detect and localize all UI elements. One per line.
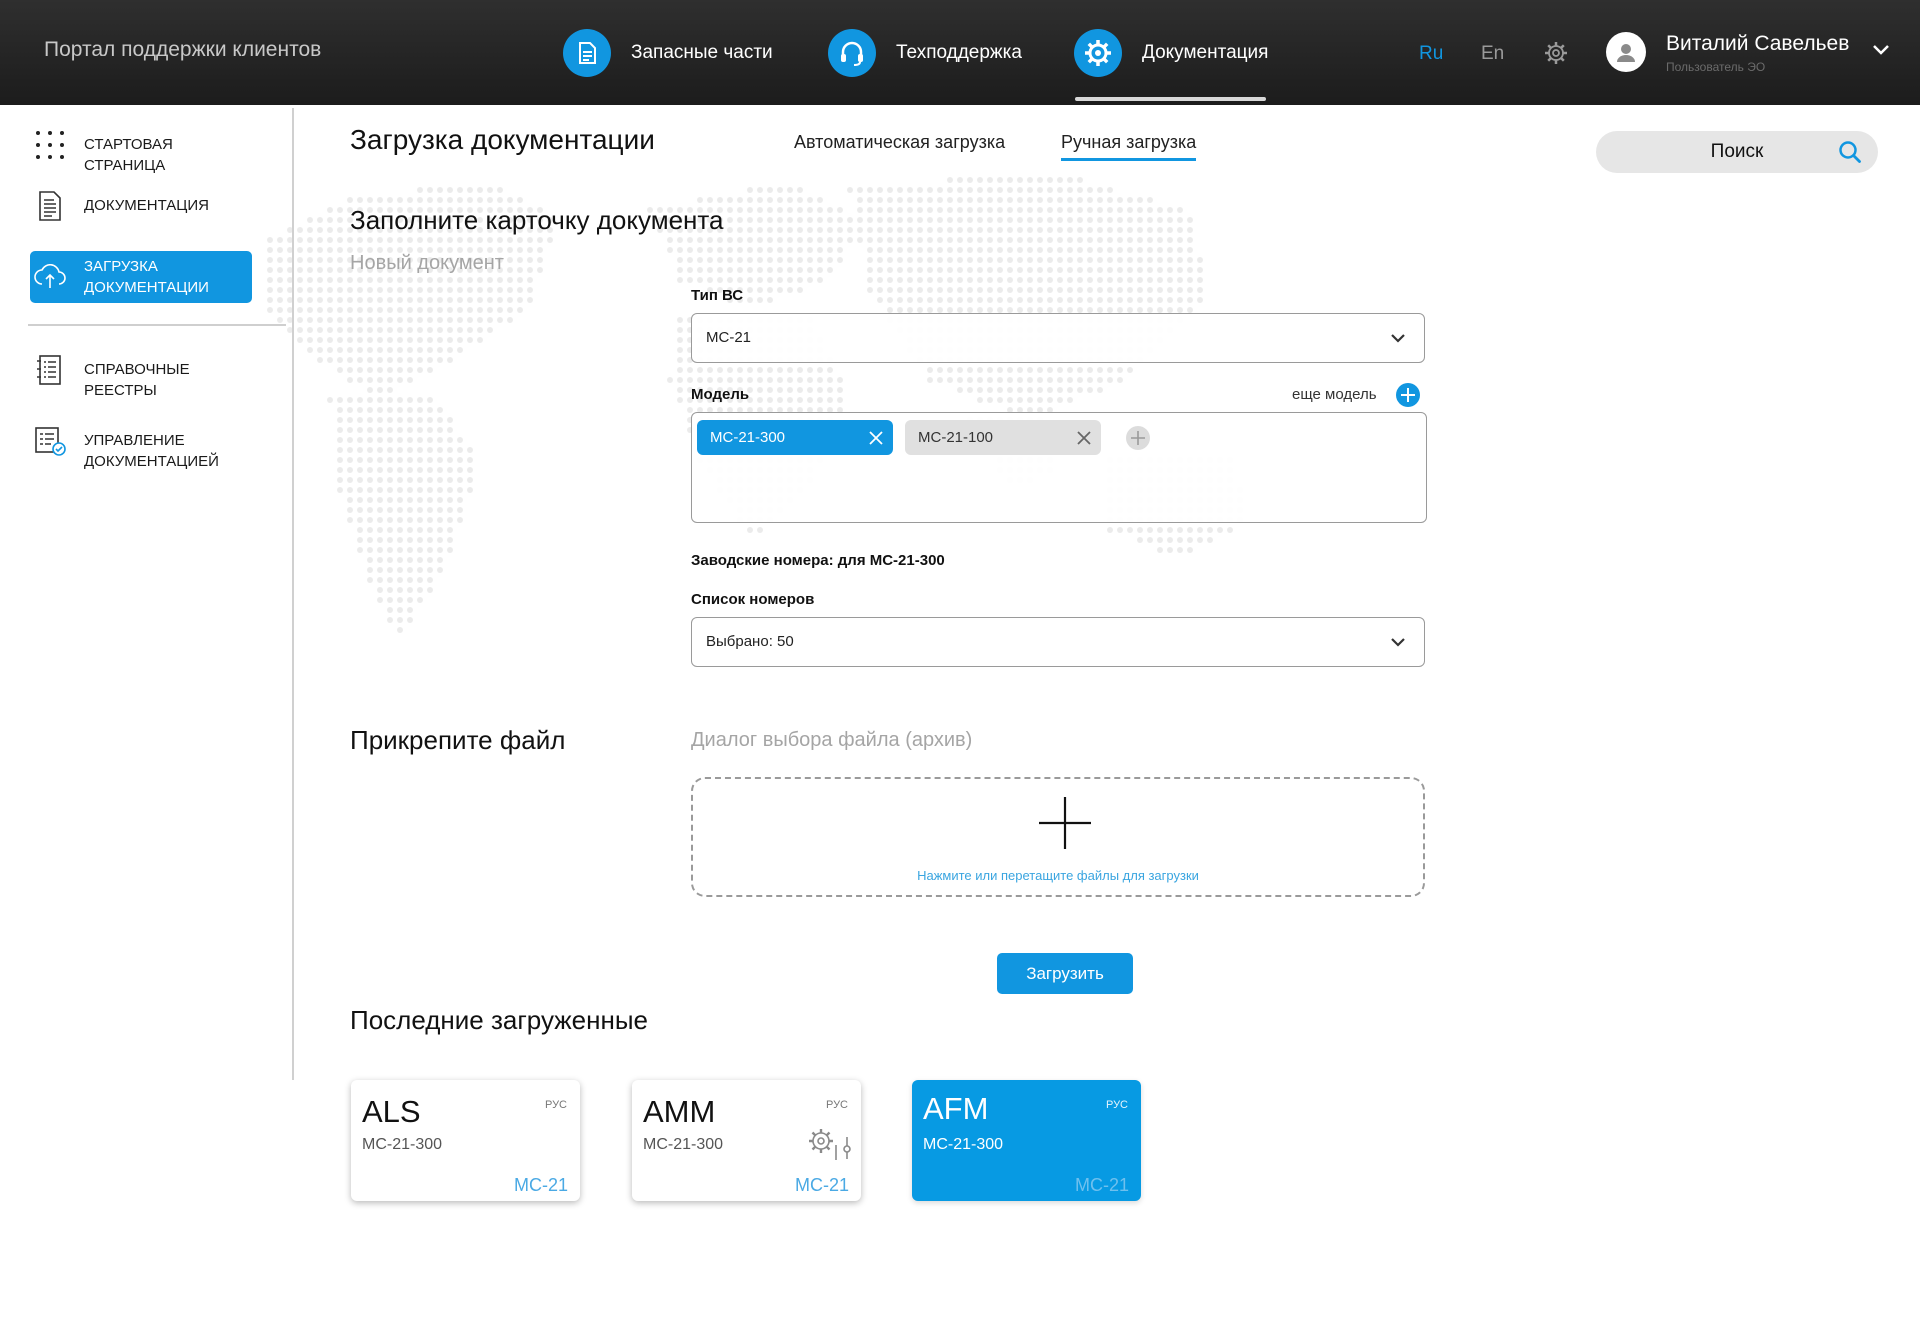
vs-type-select[interactable]: MC-21	[691, 313, 1425, 363]
card-model: MC-21-300	[923, 1136, 1004, 1153]
sidebar-item-label: Справочные реестры	[84, 361, 190, 399]
sidebar-vertical-divider	[292, 108, 294, 1080]
file-dialog-label: Диалог выбора файла (архив)	[691, 729, 973, 751]
card-title: ALS	[362, 1094, 421, 1129]
page-title: Загрузка документации	[350, 124, 655, 155]
dropzone-hint: Нажмите или перетащите файлы для загрузк…	[917, 868, 1199, 883]
card-lang: РУС	[1105, 1099, 1128, 1111]
list-icon	[30, 350, 70, 390]
card-model: MC-21-300	[643, 1136, 724, 1153]
chevron-down-icon[interactable]	[1872, 44, 1890, 56]
gear-icon	[1074, 29, 1122, 77]
user-role: Пользователь ЭО	[1666, 60, 1766, 74]
more-model-link[interactable]: еще модель	[1292, 386, 1377, 403]
close-icon[interactable]	[1077, 431, 1091, 445]
plus-icon	[1039, 797, 1091, 849]
sidebar-item-document-management[interactable]: Управление документацией	[30, 421, 252, 472]
card-title: AFM	[923, 1091, 989, 1126]
attach-title: Прикрепите файл	[350, 725, 566, 755]
recent-title: Последние загруженные	[350, 1005, 648, 1035]
settings-gear-icon[interactable]	[1543, 40, 1569, 66]
serials-value: Выбрано: 50	[706, 633, 794, 650]
card-type: MC-21	[1074, 1175, 1129, 1195]
search-input[interactable]: Поиск	[1596, 131, 1878, 173]
nav-documentation-label: Документация	[1142, 42, 1269, 63]
sidebar-divider	[28, 324, 286, 326]
upload-button[interactable]: Загрузить	[997, 953, 1133, 994]
nav-spare-parts-label: Запасные части	[631, 42, 773, 63]
plus-icon	[1401, 388, 1415, 402]
vs-type-value: MC-21	[706, 329, 752, 346]
avatar[interactable]	[1606, 32, 1646, 72]
sidebar-item-start-page[interactable]: Стартовая страница	[30, 125, 252, 176]
recent-card-amm[interactable]: AMM РУС MC-21-300 MC-21	[632, 1080, 861, 1201]
lang-en-button[interactable]: En	[1481, 43, 1504, 65]
recent-card-als[interactable]: ALS РУС MC-21-300 MC-21	[351, 1080, 580, 1201]
cloud-upload-icon	[30, 257, 70, 297]
card-title: AMM	[643, 1094, 716, 1129]
checklist-icon	[30, 421, 70, 461]
nav-spare-parts[interactable]: Запасные части	[563, 28, 773, 78]
card-model: MC-21-300	[362, 1136, 443, 1153]
card-section-title: Заполните карточку документа	[350, 205, 724, 235]
model-chip-label: MC-21-100	[918, 429, 994, 446]
serials-select[interactable]: Выбрано: 50	[691, 617, 1425, 667]
search-icon[interactable]	[1838, 140, 1862, 164]
serials-list-label: Список номеров	[691, 591, 815, 608]
sidebar-item-label: Загрузка документации	[84, 258, 209, 296]
nav-documentation[interactable]: Документация	[1074, 28, 1268, 78]
sidebar-item-label: Документация	[84, 197, 209, 214]
document-icon	[30, 186, 70, 226]
sidebar-item-documentation[interactable]: Документация	[30, 186, 252, 226]
card-subtitle: Новый документ	[350, 252, 504, 274]
nav-tech-support[interactable]: Техподдержка	[828, 28, 1022, 78]
add-chip-button[interactable]	[1126, 426, 1150, 450]
active-nav-indicator	[1075, 97, 1266, 101]
sidebar-item-label: Управление документацией	[84, 432, 219, 470]
vs-type-label: Тип ВС	[691, 287, 744, 304]
top-bar: Портал поддержки клиентов Запасные части…	[0, 0, 1920, 105]
model-chip-label: MC-21-300	[710, 429, 786, 446]
portal-title: Портал поддержки клиентов	[44, 38, 322, 61]
lang-ru-button[interactable]: Ru	[1419, 43, 1443, 65]
tab-manual-upload[interactable]: Ручная загрузка	[1061, 132, 1196, 153]
card-lang: РУС	[544, 1099, 567, 1111]
model-chip[interactable]: MC-21-100	[905, 420, 1101, 455]
models-field[interactable]: MC-21-300 MC-21-100	[691, 412, 1427, 523]
serials-heading: Заводские номера: для MC-21-300	[691, 552, 945, 569]
chevron-down-icon	[1391, 334, 1405, 343]
close-icon[interactable]	[869, 431, 883, 445]
dots-grid-icon	[30, 125, 70, 165]
user-name: Виталий Савельев	[1666, 32, 1850, 55]
recent-card-afm[interactable]: AFM РУС MC-21-300 MC-21	[912, 1080, 1141, 1201]
model-chip-selected[interactable]: MC-21-300	[697, 420, 893, 455]
card-type: MC-21	[794, 1175, 849, 1195]
add-model-button[interactable]	[1396, 383, 1420, 407]
model-label: Модель	[691, 386, 750, 403]
chevron-down-icon	[1391, 638, 1405, 647]
user-icon	[1617, 44, 1635, 62]
document-icon	[563, 29, 611, 77]
plus-icon	[1131, 431, 1145, 445]
tab-auto-upload[interactable]: Автоматическая загрузка	[794, 132, 1005, 153]
card-lang: РУС	[825, 1099, 848, 1111]
processing-gear-icon	[809, 1129, 851, 1160]
sidebar-item-upload-documentation[interactable]: Загрузка документации	[30, 251, 252, 303]
headset-icon	[828, 29, 876, 77]
file-dropzone[interactable]: Нажмите или перетащите файлы для загрузк…	[691, 777, 1425, 897]
sidebar-item-label: Стартовая страница	[84, 136, 173, 174]
nav-tech-support-label: Техподдержка	[896, 42, 1022, 63]
active-tab-indicator	[1061, 158, 1196, 161]
search-placeholder: Поиск	[1710, 141, 1764, 162]
sidebar-item-reference-registers[interactable]: Справочные реестры	[30, 350, 252, 401]
card-type: MC-21	[513, 1175, 568, 1195]
